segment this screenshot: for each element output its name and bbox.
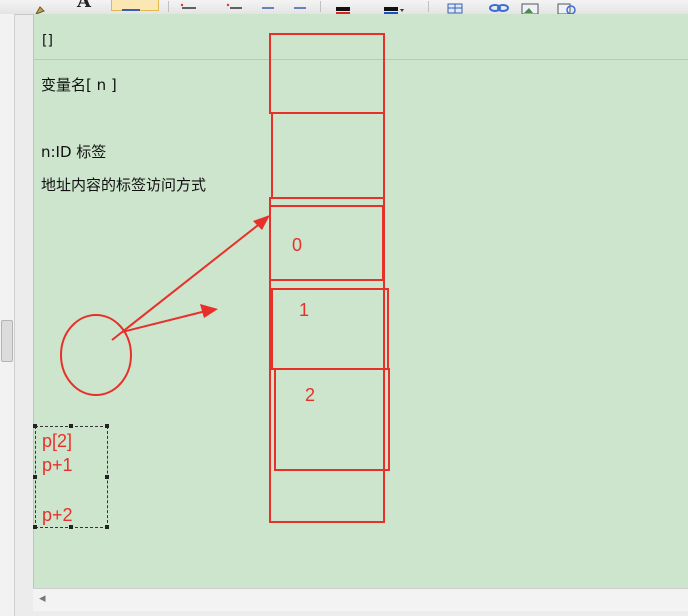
resize-handle[interactable] bbox=[105, 525, 109, 529]
horizontal-scrollbar[interactable]: ◂ bbox=[33, 588, 688, 611]
memory-cell bbox=[269, 205, 384, 281]
memory-cell bbox=[271, 288, 389, 370]
resize-handle[interactable] bbox=[33, 424, 37, 428]
resize-handle[interactable] bbox=[105, 475, 109, 479]
selection-line: p+2 bbox=[42, 505, 73, 525]
memory-cell bbox=[269, 197, 385, 523]
scroll-left-arrow[interactable]: ◂ bbox=[39, 591, 46, 606]
selection-line: p[2] bbox=[42, 431, 73, 451]
selection-line: p+1 bbox=[42, 455, 73, 475]
pointer-arrow-shaft bbox=[111, 221, 263, 341]
memory-cell bbox=[271, 112, 385, 199]
resize-handle[interactable] bbox=[33, 525, 37, 529]
resize-handle[interactable] bbox=[105, 424, 109, 428]
resize-handle[interactable] bbox=[33, 475, 37, 479]
memory-cell bbox=[274, 368, 390, 471]
memory-cell bbox=[269, 33, 385, 114]
pointer-circle bbox=[60, 314, 132, 396]
resize-handle[interactable] bbox=[69, 424, 73, 428]
arrowhead bbox=[200, 304, 218, 318]
